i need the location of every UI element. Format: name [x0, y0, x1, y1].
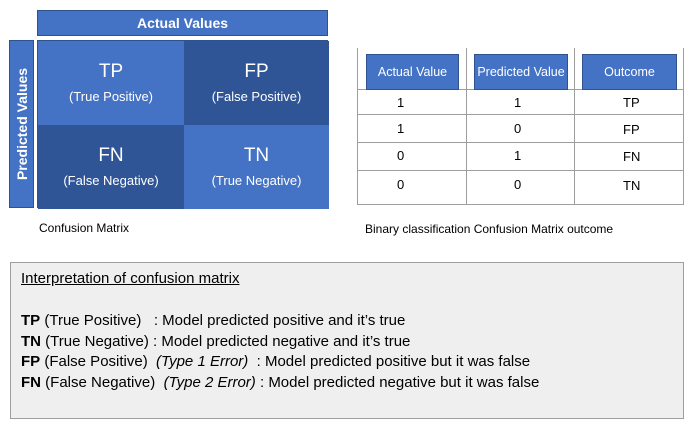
cell-abbr: TN — [243, 145, 270, 166]
cell-label: (False Positive) — [211, 89, 302, 104]
row2-predicted: 0 — [514, 120, 522, 136]
line-error-type: (Type 2 Error) — [163, 374, 256, 391]
table-border — [357, 170, 684, 171]
cell-abbr: TP — [98, 61, 124, 82]
cell-label: (False Negative) — [63, 173, 159, 188]
interpretation-line-fn: FN (False Negative) (Type 2 Error) : Mod… — [21, 374, 540, 391]
cell-false-positive: FP (False Positive) — [184, 41, 329, 125]
cell-label: (True Negative) — [211, 173, 302, 188]
line-error-type: (Type 1 Error) — [156, 353, 249, 370]
confusion-matrix-caption: Confusion Matrix — [39, 221, 130, 235]
interpretation-title: Interpretation of confusion matrix — [21, 270, 240, 287]
line-name: (True Positive) — [44, 312, 142, 329]
row4-actual: 0 — [397, 176, 405, 192]
header-actual-value: Actual Value — [366, 54, 459, 90]
confusion-matrix: TP (True Positive) FP (False Positive) F… — [37, 40, 329, 209]
interpretation-box: Interpretation of confusion matrix TP (T… — [10, 262, 684, 419]
cell-false-negative: FN (False Negative) — [38, 125, 184, 209]
table-border — [357, 204, 684, 205]
table-border — [466, 48, 467, 205]
header-predicted-value: Predicted Value — [474, 54, 568, 90]
row3-outcome: FN — [623, 148, 641, 164]
row1-actual: 1 — [397, 94, 405, 110]
row2-outcome: FP — [623, 121, 640, 137]
cell-true-negative: TN (True Negative) — [184, 125, 329, 209]
row1-outcome: TP — [623, 94, 640, 110]
row4-predicted: 0 — [514, 176, 522, 192]
cell-abbr: FN — [98, 145, 124, 166]
line-text: Model predicted negative but it was fals… — [268, 374, 540, 391]
line-abbr: TN — [21, 333, 41, 350]
line-name: (True Negative) — [45, 333, 149, 350]
outcome-table-caption: Binary classification Confusion Matrix o… — [365, 222, 614, 236]
table-border — [683, 48, 684, 205]
row3-actual: 0 — [397, 147, 405, 163]
line-text: Model predicted positive and it’s true — [162, 312, 406, 329]
row2-actual: 1 — [397, 120, 405, 136]
cell-abbr: FP — [244, 61, 269, 82]
line-abbr: FP — [21, 353, 41, 370]
header-outcome: Outcome — [582, 54, 677, 90]
interpretation-line-fp: FP (False Positive) (Type 1 Error) : Mod… — [21, 353, 531, 370]
cell-label: (True Positive) — [68, 89, 154, 104]
line-name: (False Negative) — [45, 374, 156, 391]
line-name: (False Positive) — [44, 353, 148, 370]
line-text: Model predicted positive but it was fals… — [264, 353, 531, 370]
row4-outcome: TN — [623, 177, 641, 193]
table-border — [357, 48, 358, 205]
table-border — [357, 114, 684, 115]
line-text: Model predicted negative and it’s true — [161, 333, 411, 350]
actual-values-header: Actual Values — [37, 10, 328, 36]
predicted-values-header: Predicted Values — [9, 40, 34, 208]
outcome-table: Actual Value Predicted Value Outcome 1 1… — [357, 48, 684, 205]
row3-predicted: 1 — [514, 147, 522, 163]
interpretation-line-tp: TP (True Positive) : Model predicted pos… — [21, 312, 406, 329]
row1-predicted: 1 — [514, 94, 522, 110]
cell-true-positive: TP (True Positive) — [38, 41, 184, 125]
line-abbr: TP — [21, 312, 41, 329]
line-abbr: FN — [21, 374, 41, 391]
predicted-values-label: Predicted Values — [13, 67, 30, 181]
interpretation-line-tn: TN (True Negative) : Model predicted neg… — [21, 333, 411, 350]
table-border — [574, 48, 575, 205]
